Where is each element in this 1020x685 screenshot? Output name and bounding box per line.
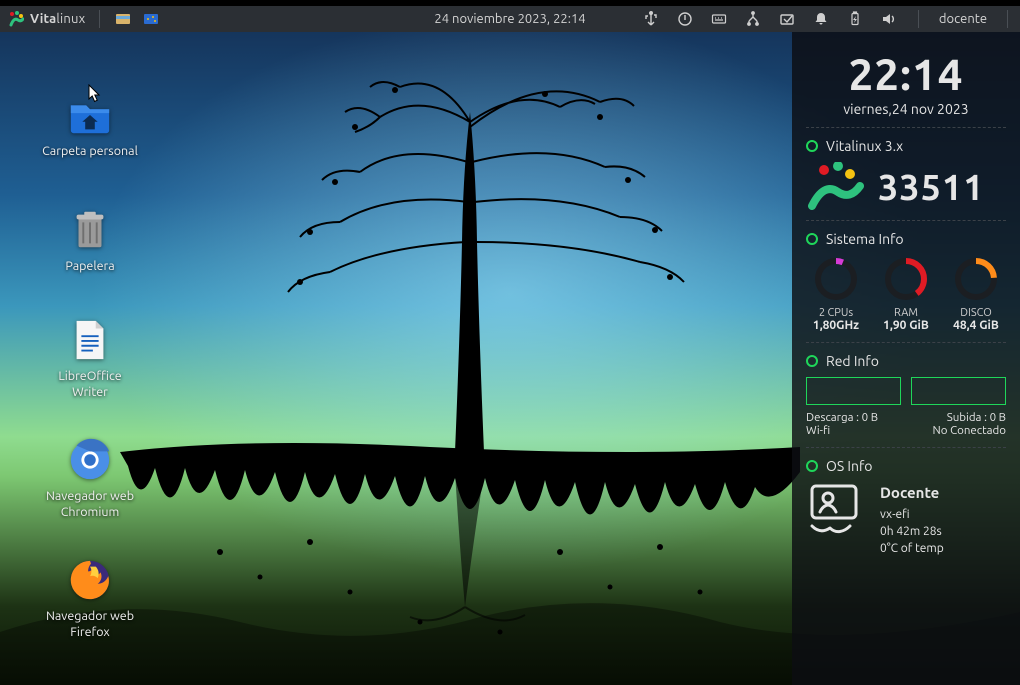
os-row: Docente vx-efi 0h 42m 28s 0°C of temp bbox=[806, 482, 1006, 557]
volume-icon[interactable] bbox=[880, 10, 898, 28]
user-screen-icon bbox=[806, 482, 862, 534]
bullet-icon bbox=[806, 460, 818, 472]
updates-icon[interactable] bbox=[778, 10, 796, 28]
section-network: Red Info bbox=[806, 353, 1006, 369]
network-status: Wi-fi No Conectado bbox=[806, 424, 1006, 437]
runner-logo-icon bbox=[806, 162, 864, 210]
gauge-ram: RAM 1,90 GiB bbox=[876, 255, 936, 332]
widget-time: 22:14 bbox=[806, 50, 1006, 99]
os-temp: 0°C of temp bbox=[880, 541, 944, 558]
desktop-icon-writer[interactable]: LibreOffice Writer bbox=[30, 317, 150, 400]
section-title: Sistema Info bbox=[826, 231, 904, 247]
os-uptime: 0h 42m 28s bbox=[880, 524, 944, 541]
vitalinux-id-row: 33511 bbox=[806, 162, 1006, 210]
brand-text: Vitalinux bbox=[30, 12, 85, 26]
bullet-icon bbox=[806, 140, 818, 152]
gauge-value: 1,90 GiB bbox=[876, 319, 936, 332]
desktop-icon-home[interactable]: Carpeta personal bbox=[30, 92, 150, 160]
bullet-icon bbox=[806, 355, 818, 367]
upload-label: Subida : 0 B bbox=[947, 411, 1006, 424]
trash-icon bbox=[67, 207, 113, 253]
app-launcher-icon[interactable] bbox=[142, 10, 160, 28]
download-graph bbox=[806, 377, 901, 405]
widget-clock: 22:14 viernes,24 nov 2023 bbox=[806, 50, 1006, 117]
libreoffice-writer-icon bbox=[67, 317, 113, 363]
panel-clock-text[interactable]: 24 noviembre 2023, 22:14 bbox=[434, 12, 585, 26]
usb-icon[interactable] bbox=[642, 10, 660, 28]
os-info: Docente vx-efi 0h 42m 28s 0°C of temp bbox=[880, 482, 944, 557]
gauge-label: 2 CPUs bbox=[806, 307, 866, 319]
divider bbox=[806, 220, 1006, 221]
start-menu-button[interactable]: Vitalinux bbox=[8, 11, 85, 27]
gauge-label: DISCO bbox=[946, 307, 1006, 319]
os-user: Docente bbox=[880, 482, 944, 503]
section-title: Red Info bbox=[826, 353, 879, 369]
file-manager-launcher-icon[interactable] bbox=[114, 10, 132, 28]
system-monitor-widget: 22:14 viernes,24 nov 2023 Vitalinux 3.x … bbox=[792, 32, 1020, 685]
net-iface: Wi-fi bbox=[806, 424, 830, 437]
gauge-label: RAM bbox=[876, 307, 936, 319]
net-status: No Conectado bbox=[933, 424, 1006, 437]
gauges-row: 2 CPUs 1,80GHz RAM 1,90 GiB DISCO 48,4 G… bbox=[806, 255, 1006, 332]
firefox-icon bbox=[67, 557, 113, 603]
divider bbox=[806, 447, 1006, 448]
gauge-disk: DISCO 48,4 GiB bbox=[946, 255, 1006, 332]
bullet-icon bbox=[806, 233, 818, 245]
divider bbox=[806, 342, 1006, 343]
gauge-value: 1,80GHz bbox=[806, 319, 866, 332]
gauge-ring-icon bbox=[952, 255, 1000, 303]
section-title: OS Info bbox=[826, 458, 873, 474]
desktop-icon-firefox[interactable]: Navegador web Firefox bbox=[30, 557, 150, 640]
vitalinux-logo-icon bbox=[8, 11, 24, 27]
download-label: Descarga : 0 B bbox=[806, 411, 878, 424]
chromium-icon bbox=[67, 437, 113, 483]
taskbar: Vitalinux 24 noviembre 2023, 22:14 docen… bbox=[0, 6, 1020, 32]
gauge-ring-icon bbox=[812, 255, 860, 303]
section-vitalinux: Vitalinux 3.x bbox=[806, 138, 1006, 154]
desktop[interactable]: Carpeta personal Papelera LibreOffice Wr… bbox=[0, 32, 1020, 685]
network-graphs bbox=[806, 377, 1006, 405]
divider bbox=[806, 127, 1006, 128]
desktop-icon-label: Papelera bbox=[30, 259, 150, 275]
desktop-icon-label: Carpeta personal bbox=[30, 144, 150, 160]
upload-graph bbox=[911, 377, 1006, 405]
gauge-ring-icon bbox=[882, 255, 930, 303]
keyboard-icon[interactable] bbox=[710, 10, 728, 28]
desktop-icon-label: Navegador web Firefox bbox=[30, 609, 150, 640]
desktop-icon-chromium[interactable]: Navegador web Chromium bbox=[30, 437, 150, 520]
machine-id: 33511 bbox=[878, 166, 985, 207]
desktop-icon-trash[interactable]: Papelera bbox=[30, 207, 150, 275]
panel-separator bbox=[99, 10, 100, 28]
section-os: OS Info bbox=[806, 458, 1006, 474]
widget-date: viernes,24 nov 2023 bbox=[806, 101, 1006, 117]
panel-separator bbox=[1007, 10, 1008, 28]
panel-user-label[interactable]: docente bbox=[939, 12, 987, 26]
os-host: vx-efi bbox=[880, 507, 944, 524]
panel-tray: docente bbox=[642, 10, 1012, 28]
battery-icon[interactable] bbox=[846, 10, 864, 28]
power-icon[interactable] bbox=[676, 10, 694, 28]
network-labels: Descarga : 0 B Subida : 0 B bbox=[806, 411, 1006, 424]
panel-separator bbox=[918, 10, 919, 28]
mouse-cursor-icon bbox=[88, 84, 102, 104]
gauge-value: 48,4 GiB bbox=[946, 319, 1006, 332]
section-title: Vitalinux 3.x bbox=[826, 138, 903, 154]
desktop-icon-label: Navegador web Chromium bbox=[30, 489, 150, 520]
network-icon[interactable] bbox=[744, 10, 762, 28]
desktop-icon-label: LibreOffice Writer bbox=[30, 369, 150, 400]
notifications-icon[interactable] bbox=[812, 10, 830, 28]
gauge-cpu: 2 CPUs 1,80GHz bbox=[806, 255, 866, 332]
section-system: Sistema Info bbox=[806, 231, 1006, 247]
